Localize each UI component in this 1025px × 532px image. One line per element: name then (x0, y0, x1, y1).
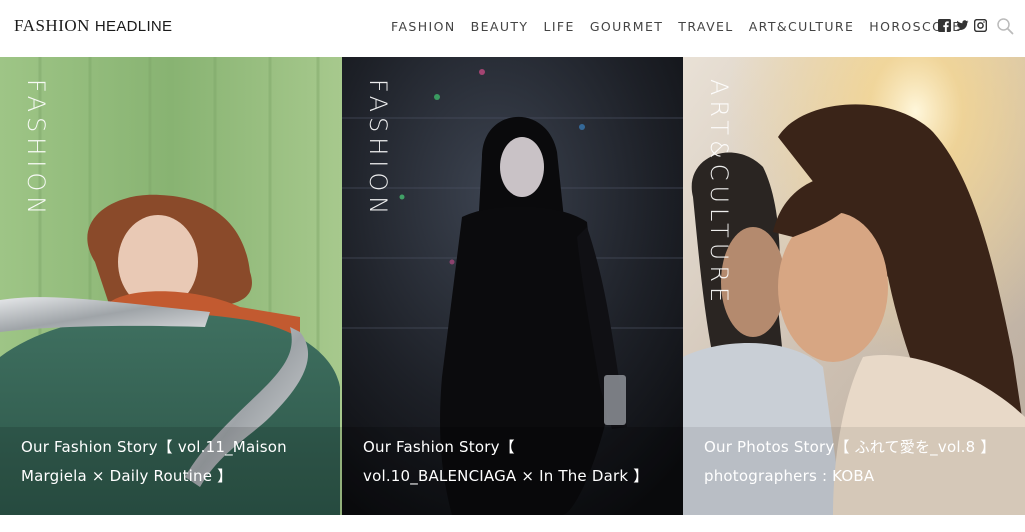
nav-fashion[interactable]: FASHION (391, 19, 456, 34)
logo-word-headline: HEADLINE (94, 18, 173, 35)
nav-art-culture[interactable]: ART&CULTURE (749, 19, 855, 34)
nav-gourmet[interactable]: GOURMET (590, 19, 663, 34)
social-links (938, 18, 988, 33)
nav-life[interactable]: LIFE (543, 19, 574, 34)
story-card[interactable]: FASHION Our Fashion Story【 vol.10_BALENC… (342, 57, 683, 515)
site-logo[interactable]: FASHION HEADLINE (14, 16, 172, 36)
story-card[interactable]: FASHION Our Fashion Story【 vol.11_Maison… (0, 57, 342, 515)
logo-word-fashion: FASHION (14, 16, 90, 35)
twitter-icon[interactable] (956, 19, 969, 32)
story-category: FASHION (22, 79, 50, 220)
main-nav: FASHION BEAUTY LIFE GOURMET TRAVEL ART&C… (391, 19, 977, 34)
story-title[interactable]: Our Photos Story【 ふれて愛を_vol.8 】photograp… (704, 433, 1004, 491)
nav-travel[interactable]: TRAVEL (678, 19, 733, 34)
story-card[interactable]: ART&CULTURE Our Photos Story【 ふれて愛を_vol.… (683, 57, 1025, 515)
instagram-icon[interactable] (973, 18, 988, 33)
search-icon[interactable] (996, 17, 1014, 35)
nav-beauty[interactable]: BEAUTY (471, 19, 529, 34)
featured-stories: FASHION Our Fashion Story【 vol.11_Maison… (0, 57, 1025, 515)
page-bottom-strip (0, 515, 1025, 532)
story-category: FASHION (364, 79, 392, 220)
story-title[interactable]: Our Fashion Story【 vol.11_Maison Margiel… (21, 433, 321, 491)
facebook-icon[interactable] (938, 19, 951, 32)
story-title[interactable]: Our Fashion Story【 vol.10_BALENCIAGA × I… (363, 433, 663, 491)
site-header: FASHION HEADLINE FASHION BEAUTY LIFE GOU… (0, 0, 1025, 57)
story-category: ART&CULTURE (705, 79, 733, 308)
